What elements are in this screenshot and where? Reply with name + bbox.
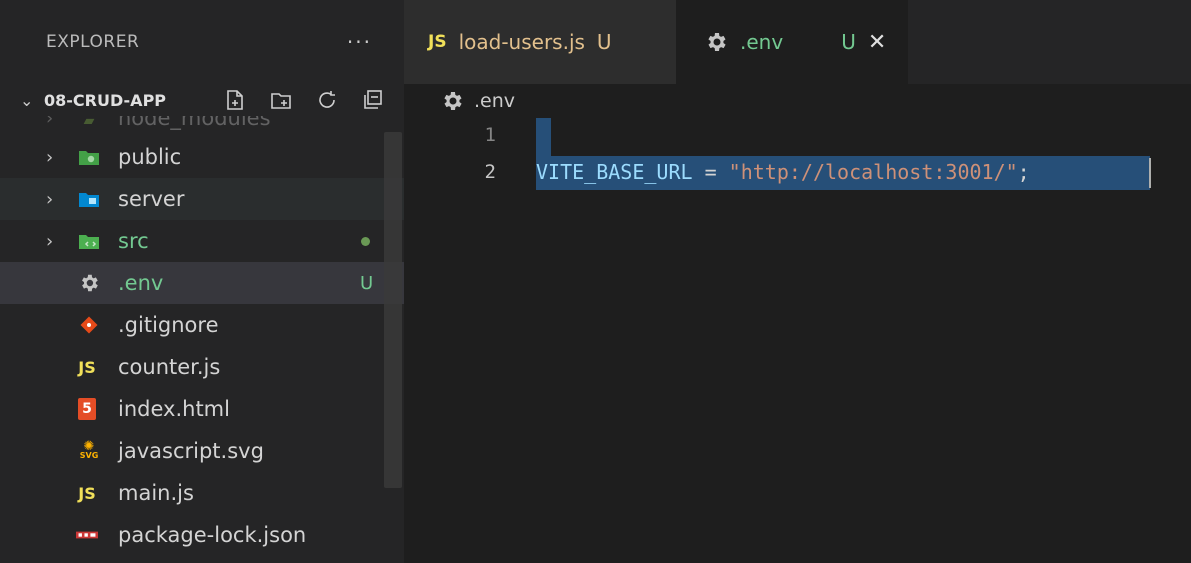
tab-env[interactable]: .env U ✕ [676,0,908,84]
code-line-2[interactable]: VITE_BASE_URL = "http://localhost:3001/"… [536,160,1030,184]
explorer-title: EXPLORER [46,32,140,52]
line-number: 1 [484,124,496,146]
env-equals: = [692,160,729,184]
workspace-folder-name[interactable]: 08-CRUD-APP [44,91,166,110]
editor-tab-bar: JS load-users.js U .env U ✕ [404,0,1191,84]
gear-icon [704,30,728,54]
tree-item-index-html[interactable]: 5 index.html [0,388,404,430]
untracked-badge: U [360,272,374,294]
tab-load-users-js[interactable]: JS load-users.js U [404,0,676,84]
gear-icon [440,89,464,113]
chevron-right-icon[interactable]: › [46,147,53,168]
close-icon[interactable]: ✕ [868,30,886,55]
new-folder-icon[interactable] [268,87,294,113]
tab-status: U [841,30,856,54]
svg-icon: ✺ SVG [79,439,99,460]
workspace-folder-header[interactable]: ⌄ 08-CRUD-APP [0,84,404,116]
js-icon: JS [428,32,447,52]
explorer-sidebar: EXPLORER ··· ⌄ 08-CRUD-APP › ▰ node_modu… [0,0,404,563]
env-semicolon: ; [1017,160,1030,184]
js-icon: JS [78,357,96,377]
tree-item-main-js[interactable]: JS main.js [0,472,404,514]
explorer-header: EXPLORER ··· [46,0,386,84]
tab-status: U [596,30,612,54]
npm-icon [76,524,98,546]
tree-item-counter-js[interactable]: JS counter.js [0,346,404,388]
tab-label: .env [740,30,784,54]
breadcrumb: .env [404,84,1191,118]
code-editor[interactable]: 1 2 VITE_BASE_URL = "http://localhost:30… [404,118,1191,563]
tab-label: load-users.js [458,30,585,54]
more-actions-icon[interactable]: ··· [347,30,372,54]
html5-icon: 5 [78,398,96,420]
src-folder-icon [78,230,100,252]
server-folder-icon [78,188,100,210]
refresh-icon[interactable] [314,87,340,113]
public-folder-icon [78,146,100,168]
tree-item-server[interactable]: › server [0,178,404,220]
selection-highlight [536,118,551,156]
env-key: VITE_BASE_URL [536,160,693,184]
git-icon [78,314,100,336]
tree-item-public[interactable]: › public [0,136,404,178]
tree-item-package-lock-json[interactable]: package-lock.json [0,514,404,556]
explorer-scrollbar[interactable] [384,132,402,488]
chevron-right-icon[interactable]: › [46,189,53,210]
line-number: 2 [484,161,496,183]
collapse-all-icon[interactable] [360,87,386,113]
env-value: "http://localhost:3001/" [728,160,1018,184]
text-cursor [1149,158,1151,188]
tree-item-gitignore[interactable]: .gitignore [0,304,404,346]
modified-dot [361,236,370,246]
new-file-icon[interactable] [222,87,248,113]
gear-icon [78,272,100,294]
chevron-down-icon[interactable]: ⌄ [20,91,40,110]
breadcrumb-file[interactable]: .env [474,90,515,112]
folder-actions [222,87,386,113]
chevron-right-icon[interactable]: › [46,231,53,252]
tree-item-src[interactable]: › src [0,220,404,262]
tree-item-env[interactable]: .env U [0,262,404,304]
js-icon: JS [78,483,96,503]
tree-item-javascript-svg[interactable]: ✺ SVG javascript.svg [0,430,404,472]
file-tree: › ▰ node_modules › public › server › src [0,106,404,556]
